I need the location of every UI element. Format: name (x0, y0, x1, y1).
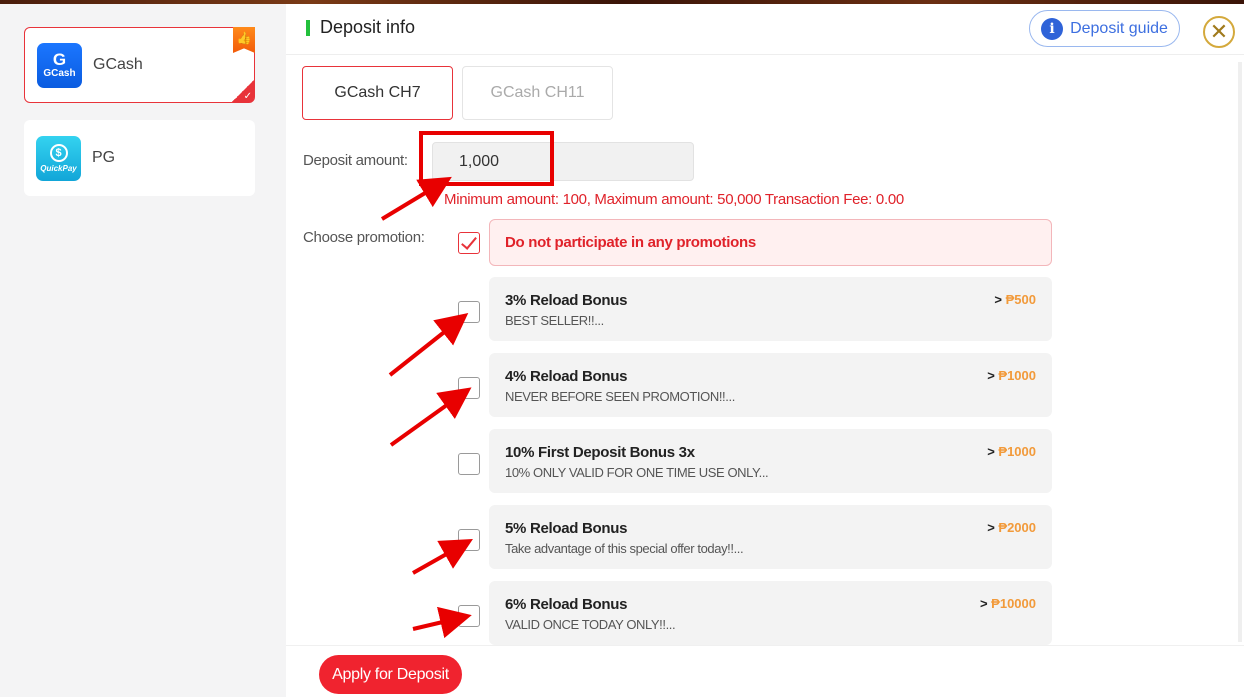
promo-title: 3% Reload Bonus (505, 292, 628, 309)
quickpay-logo: $ QuickPay (36, 135, 81, 181)
promo-checkbox[interactable] (458, 301, 480, 323)
promo-min-prefix: > (987, 368, 995, 383)
section-title: Deposit info (306, 17, 415, 38)
promo-checkbox[interactable] (458, 453, 480, 475)
close-icon[interactable]: ✕ (1203, 16, 1235, 48)
promo-card[interactable]: 4% Reload Bonus NEVER BEFORE SEEN PROMOT… (489, 353, 1052, 417)
promo-title: 10% First Deposit Bonus 3x (505, 444, 695, 461)
payment-method-label: PG (92, 149, 116, 166)
promo-card[interactable]: 5% Reload Bonus Take advantage of this s… (489, 505, 1052, 569)
promo-min-prefix: > (994, 292, 1002, 307)
promo-min-deposit: > ₱500 (994, 292, 1036, 307)
promo-min-amount: ₱500 (1005, 292, 1036, 307)
scrollbar[interactable] (1238, 62, 1242, 642)
promo-min-deposit: > ₱10000 (980, 596, 1036, 611)
promo-min-amount: ₱10000 (991, 596, 1036, 611)
footer-divider (286, 645, 1244, 646)
deposit-panel: Deposit info i Deposit guide ✕ GCash CH7… (286, 4, 1244, 697)
quickpay-coin-icon: $ (49, 143, 68, 162)
deposit-amount-label: Deposit amount: (303, 152, 408, 169)
payment-method-label: GCash (93, 56, 143, 73)
choose-promotion-label: Choose promotion: (303, 229, 425, 246)
gcash-logo-text: GCash (43, 67, 76, 79)
promo-min-prefix: > (987, 444, 995, 459)
payment-method-sidebar: G GCash GCash 👍 ✓ $ QuickPay PG (0, 4, 286, 697)
gcash-logo: G GCash (37, 42, 82, 88)
deposit-guide-label: Deposit guide (1070, 19, 1168, 37)
promo-min-deposit: > ₱2000 (987, 520, 1036, 535)
channel-gcash-ch11[interactable]: GCash CH11 (462, 66, 613, 120)
header-divider (286, 54, 1244, 55)
promo-card[interactable]: 3% Reload Bonus BEST SELLER!!... > ₱500 (489, 277, 1052, 341)
channel-gcash-ch7[interactable]: GCash CH7 (302, 66, 453, 120)
deposit-amount-input[interactable] (432, 142, 694, 181)
deposit-guide-button[interactable]: i Deposit guide (1029, 10, 1180, 47)
promo-none-option[interactable]: Do not participate in any promotions (489, 219, 1052, 266)
promo-description: VALID ONCE TODAY ONLY!!... (505, 617, 676, 632)
promo-title: 6% Reload Bonus (505, 596, 628, 613)
quickpay-logo-text: QuickPay (40, 163, 77, 173)
selected-check-icon: ✓ (232, 80, 254, 102)
payment-method-pg[interactable]: $ QuickPay PG (24, 120, 255, 196)
promo-description: Take advantage of this special offer tod… (505, 541, 744, 556)
promo-title: 5% Reload Bonus (505, 520, 628, 537)
info-icon: i (1041, 17, 1064, 40)
apply-deposit-button[interactable]: Apply for Deposit (319, 655, 462, 694)
thumbs-up-icon: 👍 (233, 27, 255, 53)
promo-min-deposit: > ₱1000 (987, 444, 1036, 459)
promo-description: 10% ONLY VALID FOR ONE TIME USE ONLY... (505, 465, 769, 480)
promo-checkbox[interactable] (458, 605, 480, 627)
payment-method-gcash[interactable]: G GCash GCash 👍 ✓ (24, 27, 255, 103)
amount-limits-text: Minimum amount: 100, Maximum amount: 50,… (444, 191, 904, 208)
promo-description: BEST SELLER!!... (505, 313, 604, 328)
promo-min-amount: ₱2000 (998, 520, 1036, 535)
promo-checkbox[interactable] (458, 377, 480, 399)
promo-min-prefix: > (979, 596, 988, 611)
promo-min-deposit: > ₱1000 (987, 368, 1036, 383)
promo-min-prefix: > (987, 520, 995, 535)
promo-description: NEVER BEFORE SEEN PROMOTION!!... (505, 389, 735, 404)
section-title-text: Deposit info (320, 17, 416, 37)
promo-card[interactable]: 10% First Deposit Bonus 3x 10% ONLY VALI… (489, 429, 1052, 493)
promo-checkbox[interactable] (458, 529, 480, 551)
promo-min-amount: ₱1000 (998, 368, 1036, 383)
title-accent-bar (306, 19, 310, 36)
gcash-logo-mark: G (52, 49, 67, 69)
promo-min-amount: ₱1000 (998, 444, 1036, 459)
promo-title: 4% Reload Bonus (505, 368, 628, 385)
promo-none-checkbox[interactable] (458, 232, 480, 254)
promo-card[interactable]: 6% Reload Bonus VALID ONCE TODAY ONLY!!.… (489, 581, 1052, 645)
